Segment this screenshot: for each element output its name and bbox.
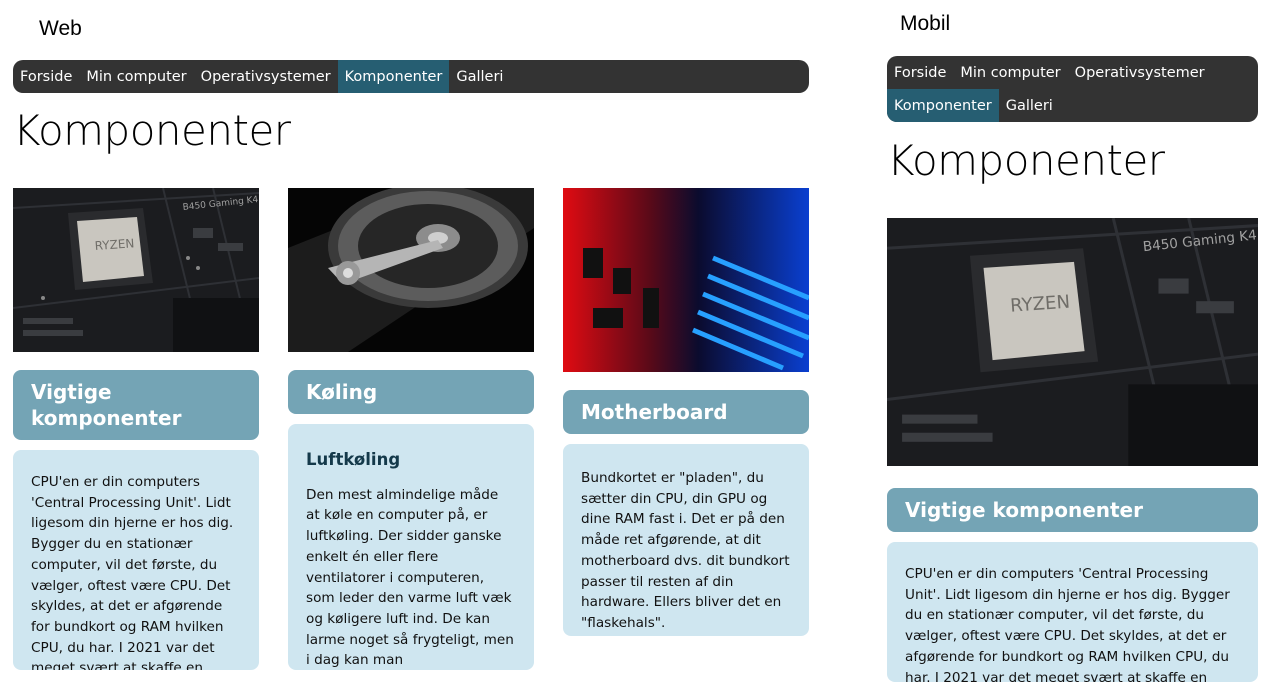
web-navbar: Forside Min computer Operativsystemer Ko… <box>13 60 809 93</box>
mobile-nav-item-forside[interactable]: Forside <box>887 56 953 89</box>
ryzen-chip-text: RYZEN <box>94 236 135 253</box>
nav-item-komponenter[interactable]: Komponenter <box>337 60 450 93</box>
mobile-nav-item-komponenter[interactable]: Komponenter <box>887 89 999 122</box>
harddrive-image <box>288 188 534 352</box>
card-text-vigtige: CPU'en er din computers 'Central Process… <box>31 474 234 670</box>
nav-item-forside[interactable]: Forside <box>13 60 79 93</box>
card-heading-motherboard: Motherboard <box>563 390 809 434</box>
page-title: Komponenter <box>13 106 291 155</box>
nav-item-galleri[interactable]: Galleri <box>449 60 510 93</box>
mobile-card-text-vigtige: CPU'en er din computers 'Central Process… <box>905 566 1230 682</box>
mobile-nav-item-min-computer[interactable]: Min computer <box>953 56 1067 89</box>
mobile-cpu-image: RYZEN B450 Gaming K4 <box>887 218 1258 466</box>
card-body-koling: Luftkøling Den mest almindelige måde at … <box>288 424 534 670</box>
web-label: Web <box>39 17 82 40</box>
card-heading-koling: Køling <box>288 370 534 414</box>
nav-item-operativsystemer[interactable]: Operativsystemer <box>194 60 338 93</box>
card-body-motherboard: Bundkortet er "pladen", du sætter din CP… <box>563 444 809 636</box>
card-heading-vigtige: Vigtige komponenter <box>13 370 259 440</box>
mobile-ryzen-chip-text: RYZEN <box>1010 292 1071 317</box>
card-text-motherboard: Bundkortet er "pladen", du sætter din CP… <box>581 470 790 631</box>
mobile-nav-item-galleri[interactable]: Galleri <box>999 89 1060 122</box>
card-body-vigtige: CPU'en er din computers 'Central Process… <box>13 450 259 670</box>
nav-item-min-computer[interactable]: Min computer <box>79 60 193 93</box>
mobile-page-title: Komponenter <box>887 136 1165 185</box>
mobile-card-body-vigtige: CPU'en er din computers 'Central Process… <box>887 542 1258 682</box>
cpu-image: RYZEN B450 Gaming K4 <box>13 188 259 352</box>
mobile-navbar: Forside Min computer Operativsystemer Ko… <box>887 56 1258 122</box>
mobile-nav-item-operativsystemer[interactable]: Operativsystemer <box>1068 56 1212 89</box>
card-text-koling: Den mest almindelige måde at køle en com… <box>306 486 514 669</box>
mobile-card-heading-vigtige: Vigtige komponenter <box>887 488 1258 532</box>
motherboard-image <box>563 188 809 372</box>
card-subheading-luftkoling: Luftkøling <box>306 450 401 469</box>
mobile-label: Mobil <box>900 12 951 35</box>
